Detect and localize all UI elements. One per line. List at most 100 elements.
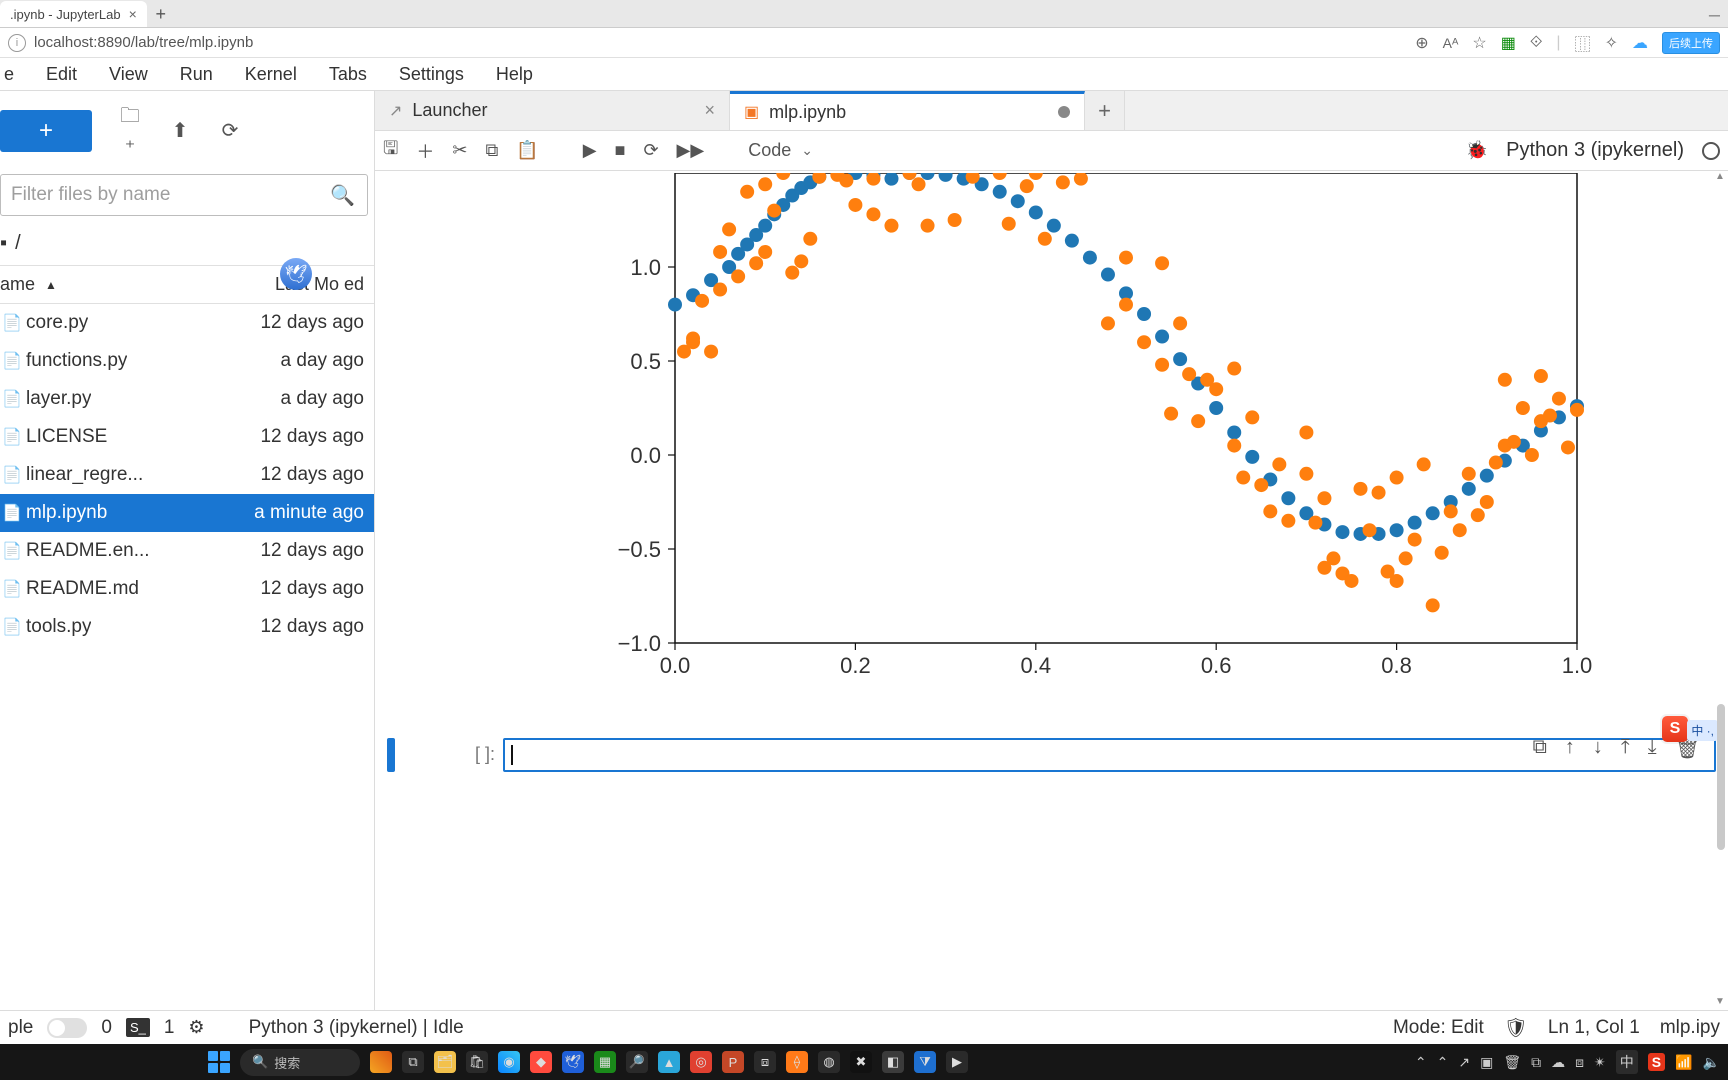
edge-icon[interactable]: ◉ <box>498 1051 520 1073</box>
file-row[interactable]: 📄layer.pya day ago <box>0 380 374 418</box>
trusted-icon[interactable]: 🛡 <box>1504 1016 1528 1040</box>
tray-icon[interactable]: ☁ <box>1551 1054 1565 1071</box>
browser-tab[interactable]: .ipynb - JupyterLab × <box>0 1 147 27</box>
settings-icon[interactable]: ⚙ <box>188 1017 204 1038</box>
scroll-thumb[interactable] <box>1717 704 1725 850</box>
menu-file[interactable]: e <box>4 60 28 89</box>
upload-icon[interactable]: ⬆ <box>168 118 192 143</box>
tray-icon[interactable]: ⧉ <box>1531 1054 1541 1071</box>
paste-icon[interactable]: 📋 <box>516 140 538 161</box>
vertical-scrollbar[interactable]: ▲ ▼ <box>1714 171 1726 1010</box>
ime-badge[interactable]: 中 <box>1616 1050 1638 1074</box>
browser-new-tab[interactable]: + <box>147 1 175 27</box>
debugger-icon[interactable]: 🐞 <box>1466 140 1488 161</box>
run-icon[interactable]: ▶ <box>583 140 597 161</box>
explorer-icon[interactable]: 🗂 <box>434 1051 456 1073</box>
save-icon[interactable]: 🖫 <box>383 136 398 166</box>
copy-icon[interactable]: ⧉ <box>485 140 498 161</box>
file-row[interactable]: 📄README.md12 days ago <box>0 570 374 608</box>
favorite-icon[interactable]: ☆ <box>1472 33 1486 53</box>
terminal-icon[interactable]: ⧈ <box>754 1051 776 1073</box>
powerpoint-icon[interactable]: P <box>722 1051 744 1073</box>
feishu-badge-icon[interactable]: 🕊 <box>280 258 312 290</box>
code-cell[interactable]: [ ]: ⧉ ↑ ↓ ⤒ ⤓ 🗑 S 中 ·, <box>387 738 1716 772</box>
close-icon[interactable]: × <box>704 100 715 121</box>
app-icon[interactable] <box>370 1051 392 1073</box>
volume-icon[interactable]: 🔈 <box>1703 1054 1720 1071</box>
tray-icon[interactable]: ↗ <box>1458 1054 1470 1071</box>
start-button[interactable] <box>208 1051 230 1073</box>
sort-asc-icon[interactable]: ▲ <box>45 278 57 292</box>
cut-icon[interactable]: ✂ <box>452 140 467 161</box>
refresh-icon[interactable]: ⟳ <box>218 118 242 143</box>
sogou-ime-icon[interactable]: S <box>1662 716 1688 742</box>
restart-icon[interactable]: ⟳ <box>643 140 658 161</box>
kernel-status-icon[interactable] <box>1702 142 1720 160</box>
app-icon[interactable]: ▲ <box>658 1051 680 1073</box>
upload-badge[interactable]: 后续上传 <box>1662 32 1720 54</box>
translate-icon[interactable]: ▦ <box>1501 33 1516 53</box>
sogou-tray-icon[interactable]: S <box>1648 1053 1665 1071</box>
taskbar-search[interactable]: 🔍搜索 <box>240 1049 360 1076</box>
close-icon[interactable]: × <box>129 6 137 22</box>
collections-icon[interactable]: ✧ <box>1605 33 1618 53</box>
file-row[interactable]: 📄mlp.ipynba minute ago <box>0 494 374 532</box>
breadcrumb[interactable]: ▪ / <box>0 226 374 265</box>
notebook-body[interactable]: −1.0−0.50.00.51.00.00.20.40.60.81.0 [ ]:… <box>375 171 1728 1010</box>
menu-edit[interactable]: Edit <box>32 60 91 89</box>
file-row[interactable]: 📄README.en...12 days ago <box>0 532 374 570</box>
menu-tabs[interactable]: Tabs <box>315 60 381 89</box>
search-assist-icon[interactable]: 🔎 <box>626 1051 648 1073</box>
site-info-icon[interactable]: i <box>8 34 26 52</box>
zoom-icon[interactable]: ⊕ <box>1415 33 1428 53</box>
cloud-icon[interactable]: ☁ <box>1632 33 1648 53</box>
filter-input[interactable]: Filter files by name 🔍 <box>0 174 368 216</box>
tray-icon[interactable]: ⌃ <box>1437 1054 1449 1071</box>
simple-toggle[interactable] <box>47 1018 87 1038</box>
menu-help[interactable]: Help <box>482 60 547 89</box>
scroll-up-arrow-icon[interactable]: ▲ <box>1714 171 1726 185</box>
tray-icon[interactable]: ▣ <box>1480 1054 1493 1071</box>
insert-below-icon[interactable]: ⤓ <box>1648 736 1657 761</box>
tray-chevron-icon[interactable]: ⌃ <box>1415 1054 1427 1071</box>
run-all-icon[interactable]: ▶▶ <box>677 140 705 161</box>
file-row[interactable]: 📄functions.pya day ago <box>0 342 374 380</box>
scroll-down-arrow-icon[interactable]: ▼ <box>1714 996 1726 1010</box>
vscode-icon[interactable]: ⧩ <box>914 1051 936 1073</box>
file-row[interactable]: 📄linear_regre...12 days ago <box>0 456 374 494</box>
file-row[interactable]: 📄tools.py12 days ago <box>0 608 374 646</box>
window-minimize-icon[interactable]: – <box>1701 4 1728 27</box>
split-icon[interactable]: ⿲ <box>1575 31 1591 55</box>
new-tab-button[interactable]: + <box>1085 91 1125 130</box>
new-folder-icon[interactable]: 🗀⁺ <box>118 101 142 160</box>
extensions-icon[interactable]: ⟐ <box>1530 34 1543 52</box>
file-row[interactable]: 📄core.py12 days ago <box>0 304 374 342</box>
store-icon[interactable]: 🛍 <box>466 1051 488 1073</box>
duplicate-cell-icon[interactable]: ⧉ <box>1533 736 1547 761</box>
kernel-name[interactable]: Python 3 (ipykernel) <box>1506 139 1684 162</box>
app-icon[interactable]: ◍ <box>818 1051 840 1073</box>
menu-view[interactable]: View <box>95 60 162 89</box>
menu-settings[interactable]: Settings <box>385 60 478 89</box>
menu-run[interactable]: Run <box>166 60 227 89</box>
task-view-icon[interactable]: ⧉ <box>402 1051 424 1073</box>
file-row[interactable]: 📄LICENSE12 days ago <box>0 418 374 456</box>
feishu-icon[interactable]: 🕊 <box>562 1051 584 1073</box>
terminal-icon[interactable]: S_ <box>126 1018 150 1037</box>
tray-icon[interactable]: 🗑 <box>1503 1054 1521 1071</box>
wifi-icon[interactable]: 📶 <box>1675 1054 1692 1071</box>
col-name[interactable]: ame <box>0 274 35 295</box>
url-text[interactable]: localhost:8890/lab/tree/mlp.ipynb <box>34 34 253 51</box>
media-icon[interactable]: ▶ <box>946 1051 968 1073</box>
stop-icon[interactable]: ■ <box>615 140 626 161</box>
read-aloud-icon[interactable]: Aᴬ <box>1443 35 1459 51</box>
add-cell-icon[interactable]: ＋ <box>416 138 434 164</box>
app-icon[interactable]: ◧ <box>882 1051 904 1073</box>
tab-launcher[interactable]: ↗ Launcher × <box>375 91 730 130</box>
move-down-icon[interactable]: ↓ <box>1593 736 1603 761</box>
cell-type-select[interactable]: Code ⌄ <box>748 140 813 161</box>
app-icon[interactable]: ▦ <box>594 1051 616 1073</box>
menu-kernel[interactable]: Kernel <box>231 60 311 89</box>
system-tray[interactable]: ⌃ ⌃ ↗ ▣ 🗑 ⧉ ☁ ⧈ ✴ 中 S 📶 🔈 <box>1415 1050 1720 1074</box>
tray-icon[interactable]: ✴ <box>1594 1054 1606 1071</box>
